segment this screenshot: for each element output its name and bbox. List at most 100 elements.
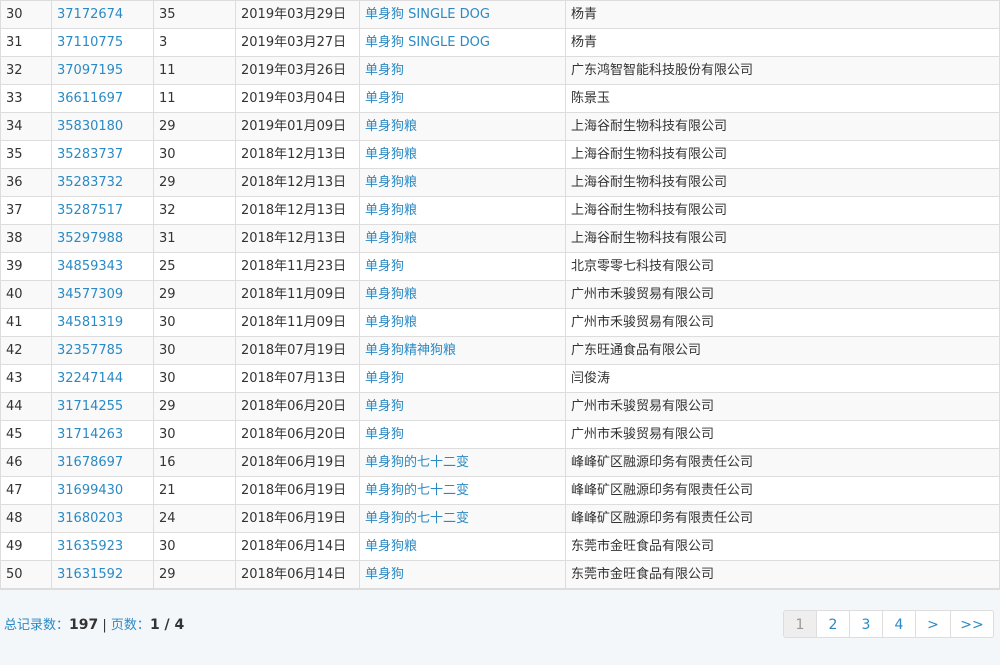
applicant-name: 广州市禾骏贸易有限公司 — [571, 427, 715, 442]
trademark-name-link[interactable]: 单身狗粮 — [365, 147, 417, 162]
cell-applicant: 闫俊涛 — [565, 364, 1000, 393]
cell-applicant: 广东鸿智智能科技股份有限公司 — [565, 56, 1000, 85]
page-button-5[interactable]: >> — [950, 610, 994, 638]
trademark-name-link[interactable]: 单身狗 — [365, 399, 404, 414]
cell-reg_no: 36611697 — [51, 84, 154, 113]
registration-number-link[interactable]: 31680203 — [57, 511, 123, 526]
applicant-name: 上海谷耐生物科技有限公司 — [571, 231, 728, 246]
trademark-name-link[interactable]: 单身狗粮 — [365, 315, 417, 330]
trademark-name-link[interactable]: 单身狗 — [365, 259, 404, 274]
applicant-name: 广东鸿智智能科技股份有限公司 — [571, 63, 754, 78]
cell-reg_no: 35287517 — [51, 196, 154, 225]
trademark-name-link[interactable]: 单身狗粮 — [365, 287, 417, 302]
trademark-name-link[interactable]: 单身狗的七十二变 — [365, 483, 469, 498]
application-date: 2018年07月13日 — [241, 371, 347, 386]
registration-number-link[interactable]: 37172674 — [57, 7, 123, 22]
cell-date: 2018年11月23日 — [235, 252, 360, 281]
trademark-name-link[interactable]: 单身狗的七十二变 — [365, 511, 469, 526]
cell-idx: 45 — [0, 420, 52, 449]
trademark-name-link[interactable]: 单身狗 — [365, 371, 404, 386]
trademark-name-link[interactable]: 单身狗粮 — [365, 231, 417, 246]
cell-reg_no: 31631592 — [51, 560, 154, 589]
registration-number-link[interactable]: 35830180 — [57, 119, 123, 134]
cell-date: 2018年06月14日 — [235, 560, 360, 589]
cell-idx: 49 — [0, 532, 52, 561]
registration-number-link[interactable]: 31699430 — [57, 483, 123, 498]
applicant-name: 杨青 — [571, 7, 598, 22]
trademark-name-link[interactable]: 单身狗精神狗粮 — [365, 343, 456, 358]
trademark-name-link[interactable]: 单身狗 — [365, 63, 404, 78]
page-button-3[interactable]: 4 — [882, 610, 916, 638]
page-button-2[interactable]: 3 — [849, 610, 883, 638]
cell-name: 单身狗 — [359, 252, 566, 281]
trademark-name-link[interactable]: 单身狗 SINGLE DOG — [365, 35, 490, 50]
registration-number-link[interactable]: 34577309 — [57, 287, 123, 302]
trademark-name-link[interactable]: 单身狗 — [365, 427, 404, 442]
application-date: 2018年11月09日 — [241, 315, 347, 330]
application-date: 2018年06月19日 — [241, 455, 347, 470]
cell-idx: 31 — [0, 28, 52, 57]
row-index: 44 — [6, 399, 23, 414]
cell-date: 2018年12月13日 — [235, 224, 360, 253]
cell-idx: 30 — [0, 0, 52, 29]
cell-reg_no: 35283737 — [51, 140, 154, 169]
table-row: 48 31680203 24 2018年06月19日 单身狗的七十二变 峰峰矿区融源印务有… — [0, 504, 1000, 533]
trademark-name-link[interactable]: 单身狗粮 — [365, 203, 417, 218]
registration-number-link[interactable]: 37097195 — [57, 63, 123, 78]
page-button-1[interactable]: 2 — [816, 610, 850, 638]
table-row: 35 35283737 30 2018年12月13日 单身狗粮 上海谷耐生物科技有限公司 — [0, 140, 1000, 169]
cell-class: 30 — [153, 308, 236, 337]
cell-name: 单身狗的七十二变 — [359, 476, 566, 505]
trademark-name-link[interactable]: 单身狗粮 — [365, 175, 417, 190]
cell-applicant: 广州市禾骏贸易有限公司 — [565, 392, 1000, 421]
cell-class: 30 — [153, 532, 236, 561]
registration-number-link[interactable]: 31714263 — [57, 427, 123, 442]
trademark-name-link[interactable]: 单身狗粮 — [365, 539, 417, 554]
registration-number-link[interactable]: 31678697 — [57, 455, 123, 470]
table-row: 50 31631592 29 2018年06月14日 单身狗 东莞市金旺食品有限公司 — [0, 560, 1000, 589]
cell-idx: 36 — [0, 168, 52, 197]
cell-name: 单身狗粮 — [359, 112, 566, 141]
registration-number-link[interactable]: 34859343 — [57, 259, 123, 274]
record-stats: 总记录数：197 | 页数：1 / 4 — [4, 614, 184, 633]
registration-number-link[interactable]: 32357785 — [57, 343, 123, 358]
trademark-name-link[interactable]: 单身狗 — [365, 91, 404, 106]
cell-applicant: 上海谷耐生物科技有限公司 — [565, 112, 1000, 141]
registration-number-link[interactable]: 31714255 — [57, 399, 123, 414]
cell-reg_no: 37097195 — [51, 56, 154, 85]
row-index: 41 — [6, 315, 23, 330]
applicant-name: 广州市禾骏贸易有限公司 — [571, 399, 715, 414]
cell-applicant: 上海谷耐生物科技有限公司 — [565, 224, 1000, 253]
registration-number-link[interactable]: 35283737 — [57, 147, 123, 162]
cell-reg_no: 35830180 — [51, 112, 154, 141]
cell-name: 单身狗 — [359, 420, 566, 449]
row-index: 42 — [6, 343, 23, 358]
cell-reg_no: 32247144 — [51, 364, 154, 393]
row-index: 45 — [6, 427, 23, 442]
trademark-name-link[interactable]: 单身狗的七十二变 — [365, 455, 469, 470]
registration-number-link[interactable]: 35287517 — [57, 203, 123, 218]
registration-number-link[interactable]: 32247144 — [57, 371, 123, 386]
registration-number-link[interactable]: 37110775 — [57, 35, 123, 50]
registration-number-link[interactable]: 35297988 — [57, 231, 123, 246]
registration-number-link[interactable]: 31635923 — [57, 539, 123, 554]
cell-class: 29 — [153, 112, 236, 141]
registration-number-link[interactable]: 36611697 — [57, 91, 123, 106]
cell-name: 单身狗的七十二变 — [359, 504, 566, 533]
row-index: 35 — [6, 147, 23, 162]
registration-number-link[interactable]: 31631592 — [57, 567, 123, 582]
cell-class: 24 — [153, 504, 236, 533]
registration-number-link[interactable]: 35283732 — [57, 175, 123, 190]
table-row: 49 31635923 30 2018年06月14日 单身狗粮 东莞市金旺食品有限公司 — [0, 532, 1000, 561]
applicant-name: 闫俊涛 — [571, 371, 611, 386]
cell-idx: 33 — [0, 84, 52, 113]
cell-applicant: 上海谷耐生物科技有限公司 — [565, 168, 1000, 197]
cell-date: 2019年03月26日 — [235, 56, 360, 85]
page-button-0[interactable]: 1 — [783, 610, 817, 638]
trademark-name-link[interactable]: 单身狗 SINGLE DOG — [365, 7, 490, 22]
page-button-4[interactable]: > — [915, 610, 951, 638]
trademark-name-link[interactable]: 单身狗粮 — [365, 119, 417, 134]
registration-number-link[interactable]: 34581319 — [57, 315, 123, 330]
applicant-name: 东莞市金旺食品有限公司 — [571, 567, 715, 582]
trademark-name-link[interactable]: 单身狗 — [365, 567, 404, 582]
